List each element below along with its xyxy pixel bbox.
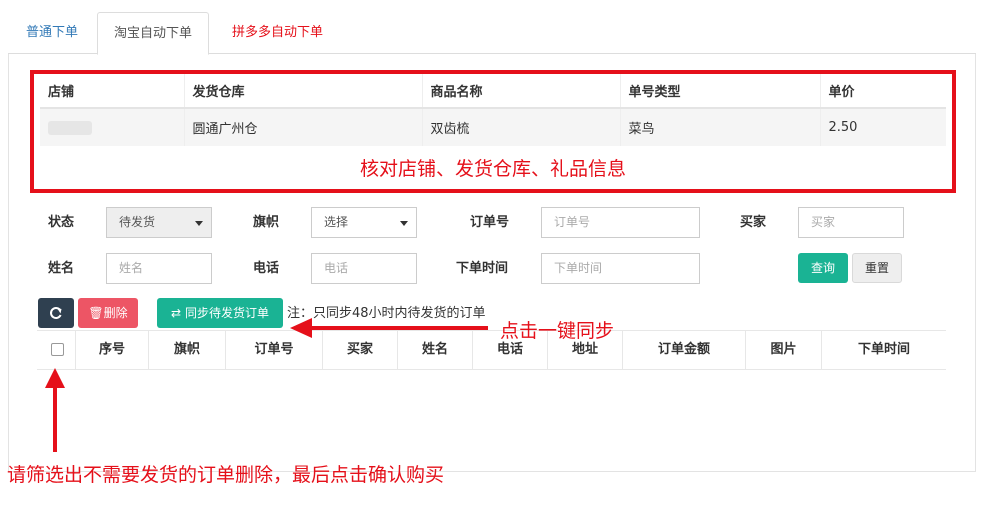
arrow-to-sync-button — [290, 318, 488, 338]
annotation-arrows — [45, 318, 488, 452]
arrow-to-checkbox — [45, 368, 65, 452]
